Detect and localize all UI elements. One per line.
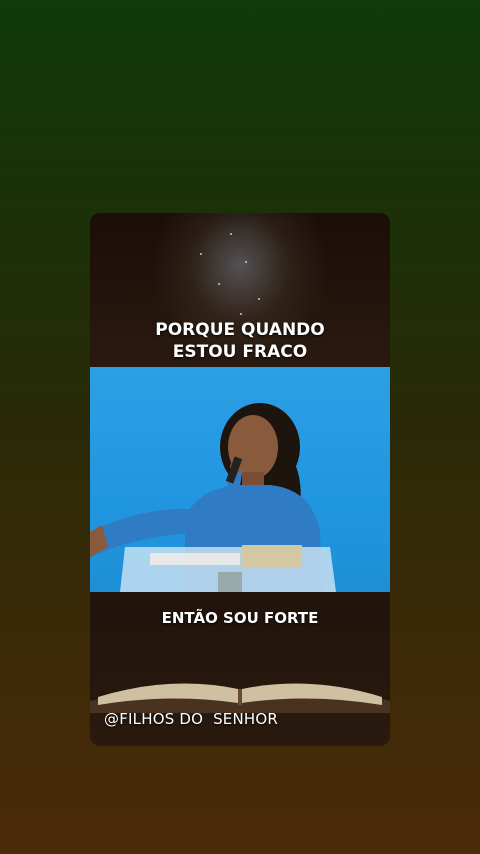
account-watermark: @FILHOS DO SENHOR <box>104 710 279 728</box>
video-card[interactable]: PORQUE QUANDO ESTOU FRACO ENTÃO SOU FORT… <box>90 213 390 746</box>
middle-caption: ENTÃO SOU FORTE <box>161 609 319 627</box>
sparkle <box>230 233 232 235</box>
sparkle <box>240 313 242 315</box>
sparkle <box>200 253 202 255</box>
top-caption: PORQUE QUANDO ESTOU FRACO <box>90 319 390 363</box>
open-bible-image <box>90 683 390 713</box>
preacher-illustration <box>90 403 336 592</box>
story-screen: PORQUE QUANDO ESTOU FRACO ENTÃO SOU FORT… <box>0 0 480 854</box>
top-caption-line2: ESTOU FRACO <box>172 342 308 362</box>
sparkle <box>218 283 220 285</box>
book-shape <box>242 545 302 567</box>
sparkle <box>258 298 260 300</box>
top-caption-line1: PORQUE QUANDO <box>155 320 325 340</box>
podium-stand <box>218 572 242 592</box>
video-frame[interactable] <box>90 367 390 592</box>
paper-shape <box>150 553 240 565</box>
sparkle <box>245 261 247 263</box>
